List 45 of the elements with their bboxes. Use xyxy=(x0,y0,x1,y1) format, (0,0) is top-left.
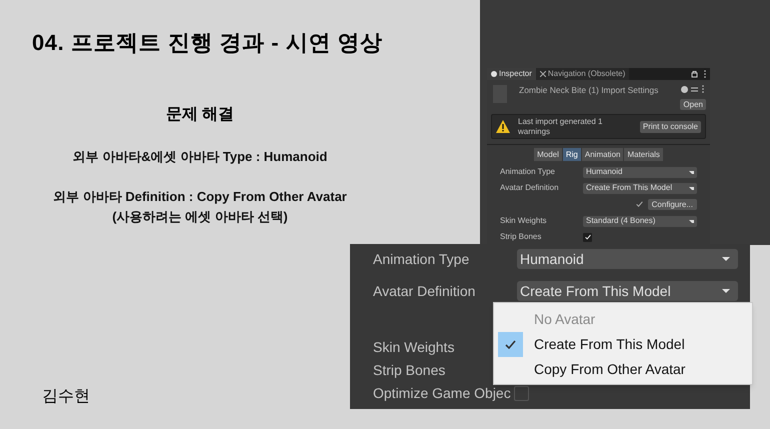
importer-tab[interactable]: Materials xyxy=(624,148,663,161)
caret-icon xyxy=(689,220,694,222)
print-to-console-button[interactable]: Print to console xyxy=(640,120,701,133)
open-button[interactable]: Open xyxy=(680,99,706,110)
menu-item[interactable]: Create From This Model xyxy=(494,332,752,357)
caret-icon xyxy=(722,256,731,262)
importer-tab[interactable]: Model xyxy=(534,148,562,161)
importer-tab[interactable]: Animation xyxy=(582,148,624,161)
field-label: Animation Type xyxy=(500,166,556,178)
configure-button[interactable]: Configure... xyxy=(648,198,697,210)
field-label: Strip Bones xyxy=(373,361,446,380)
warning-icon xyxy=(496,120,510,134)
caret-icon xyxy=(722,288,731,294)
panel-tab[interactable]: Inspector xyxy=(487,68,536,80)
checkbox[interactable] xyxy=(514,386,529,401)
dropdown-field[interactable]: Humanoid xyxy=(583,166,697,178)
check-icon xyxy=(505,340,516,349)
asset-title: Zombie Neck Bite (1) Import Settings xyxy=(519,84,658,97)
dropdown-field[interactable]: Create From This Model xyxy=(583,182,697,194)
dropdown-field[interactable]: Humanoid xyxy=(517,249,738,269)
field-label: Animation Type xyxy=(373,250,470,269)
field-label: Strip Bones xyxy=(500,231,542,243)
field-label: Avatar Definition xyxy=(373,282,476,300)
body-text: 외부 아바타 Definition : Copy From Other Avatar xyxy=(53,188,347,206)
menu-item[interactable]: Copy From Other Avatar xyxy=(494,357,752,382)
warning-message: Last import generated 1 warnings xyxy=(518,116,604,137)
field-label: Skin Weights xyxy=(500,215,548,227)
caret-icon xyxy=(689,186,694,190)
field-label: Optimize Game Objec xyxy=(373,384,511,403)
field-label: Skin Weights xyxy=(373,338,454,357)
sliders-icon xyxy=(691,86,698,93)
checkbox[interactable] xyxy=(583,232,592,242)
body-text: (사용하려는 에셋 아바타 선택) xyxy=(112,208,288,226)
caret-icon xyxy=(689,170,694,174)
lock-icon xyxy=(691,70,698,78)
check-icon xyxy=(584,234,590,240)
section-heading: 문제 해결 xyxy=(166,105,234,125)
cross-icon xyxy=(540,71,546,77)
field-label: Avatar Definition xyxy=(500,182,560,194)
importer-tab[interactable]: Rig xyxy=(562,148,581,161)
panel-tab[interactable]: Navigation (Obsolete) xyxy=(536,68,630,80)
slide-title: 04. 프로젝트 진행 경과 - 시연 영상 xyxy=(32,29,384,57)
body-text: 외부 아바타&에셋 아바타 Type : Humanoid xyxy=(72,148,328,166)
dropdown-field[interactable]: Standard (4 Bones) xyxy=(583,216,697,226)
dropdown-field[interactable]: Create From This Model xyxy=(517,281,738,301)
